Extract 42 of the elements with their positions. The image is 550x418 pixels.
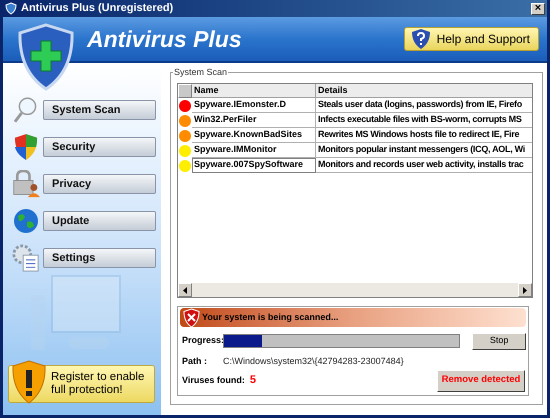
table-cell[interactable]: Win32.PerFiler xyxy=(192,113,316,128)
question-shield-icon xyxy=(410,28,431,50)
magnifier-icon xyxy=(13,96,39,124)
table-cell: Monitors popular instant messengers (ICQ, AOL, Wi xyxy=(316,143,532,158)
sidebar-item[interactable]: Security xyxy=(43,137,156,157)
horizontal-scrollbar[interactable] xyxy=(178,283,532,297)
shield-icon xyxy=(14,133,38,161)
viruses-count: 5 xyxy=(250,373,256,388)
table-cell: Rewrites MS Windows hosts file to redirect IE, Fire xyxy=(316,128,532,143)
stop-button[interactable]: Stop xyxy=(472,332,526,350)
scroll-left-icon[interactable] xyxy=(178,283,192,297)
table-cell: Infects executable files with BS-worm, corrupts MS xyxy=(316,113,532,128)
window-title: Antivirus Plus (Unregistered) xyxy=(21,1,174,16)
progress-label: Progress: xyxy=(181,334,223,348)
close-button[interactable]: × xyxy=(531,2,545,14)
sidebar-item[interactable]: Update xyxy=(43,211,156,231)
table-cell[interactable]: Spyware.007SpySoftware xyxy=(192,158,316,173)
table-cell: Steals user data (logins, passwords) from IE, Firefo xyxy=(316,98,532,113)
app-title: Antivirus Plus xyxy=(87,24,243,54)
register-message: Register to enable full protection! xyxy=(51,371,146,397)
warning-shield-icon xyxy=(11,360,47,404)
table-cell[interactable]: Spyware.IEmonster.D xyxy=(192,98,316,113)
error-shield-icon xyxy=(183,308,200,328)
globe-icon xyxy=(13,208,39,234)
viruses-label: Viruses found: xyxy=(182,374,245,387)
column-header: Details xyxy=(316,84,532,98)
sidebar-item[interactable]: Privacy xyxy=(43,174,156,194)
settings-icon xyxy=(12,244,40,272)
table-cell: Monitors and records user web activity, installs trac xyxy=(316,158,532,173)
status-message: Your system is being scanned... xyxy=(202,310,338,324)
padlock-person-icon xyxy=(12,170,40,198)
column-header: Name xyxy=(192,84,316,98)
scroll-right-icon[interactable] xyxy=(518,283,532,297)
sidebar-item[interactable]: System Scan xyxy=(43,100,156,120)
help-button[interactable]: Help and Support xyxy=(404,27,539,51)
path-value: C:\Windows\system32\{42794283-23007484} xyxy=(223,355,404,368)
shield-icon xyxy=(5,2,17,15)
table-cell[interactable]: Spyware.KnownBadSites xyxy=(192,128,316,143)
table-cell[interactable]: Spyware.IMMonitor xyxy=(192,143,316,158)
path-label: Path : xyxy=(181,355,208,368)
group-title: System Scan xyxy=(173,66,228,80)
sidebar-item[interactable]: Settings xyxy=(43,248,156,268)
